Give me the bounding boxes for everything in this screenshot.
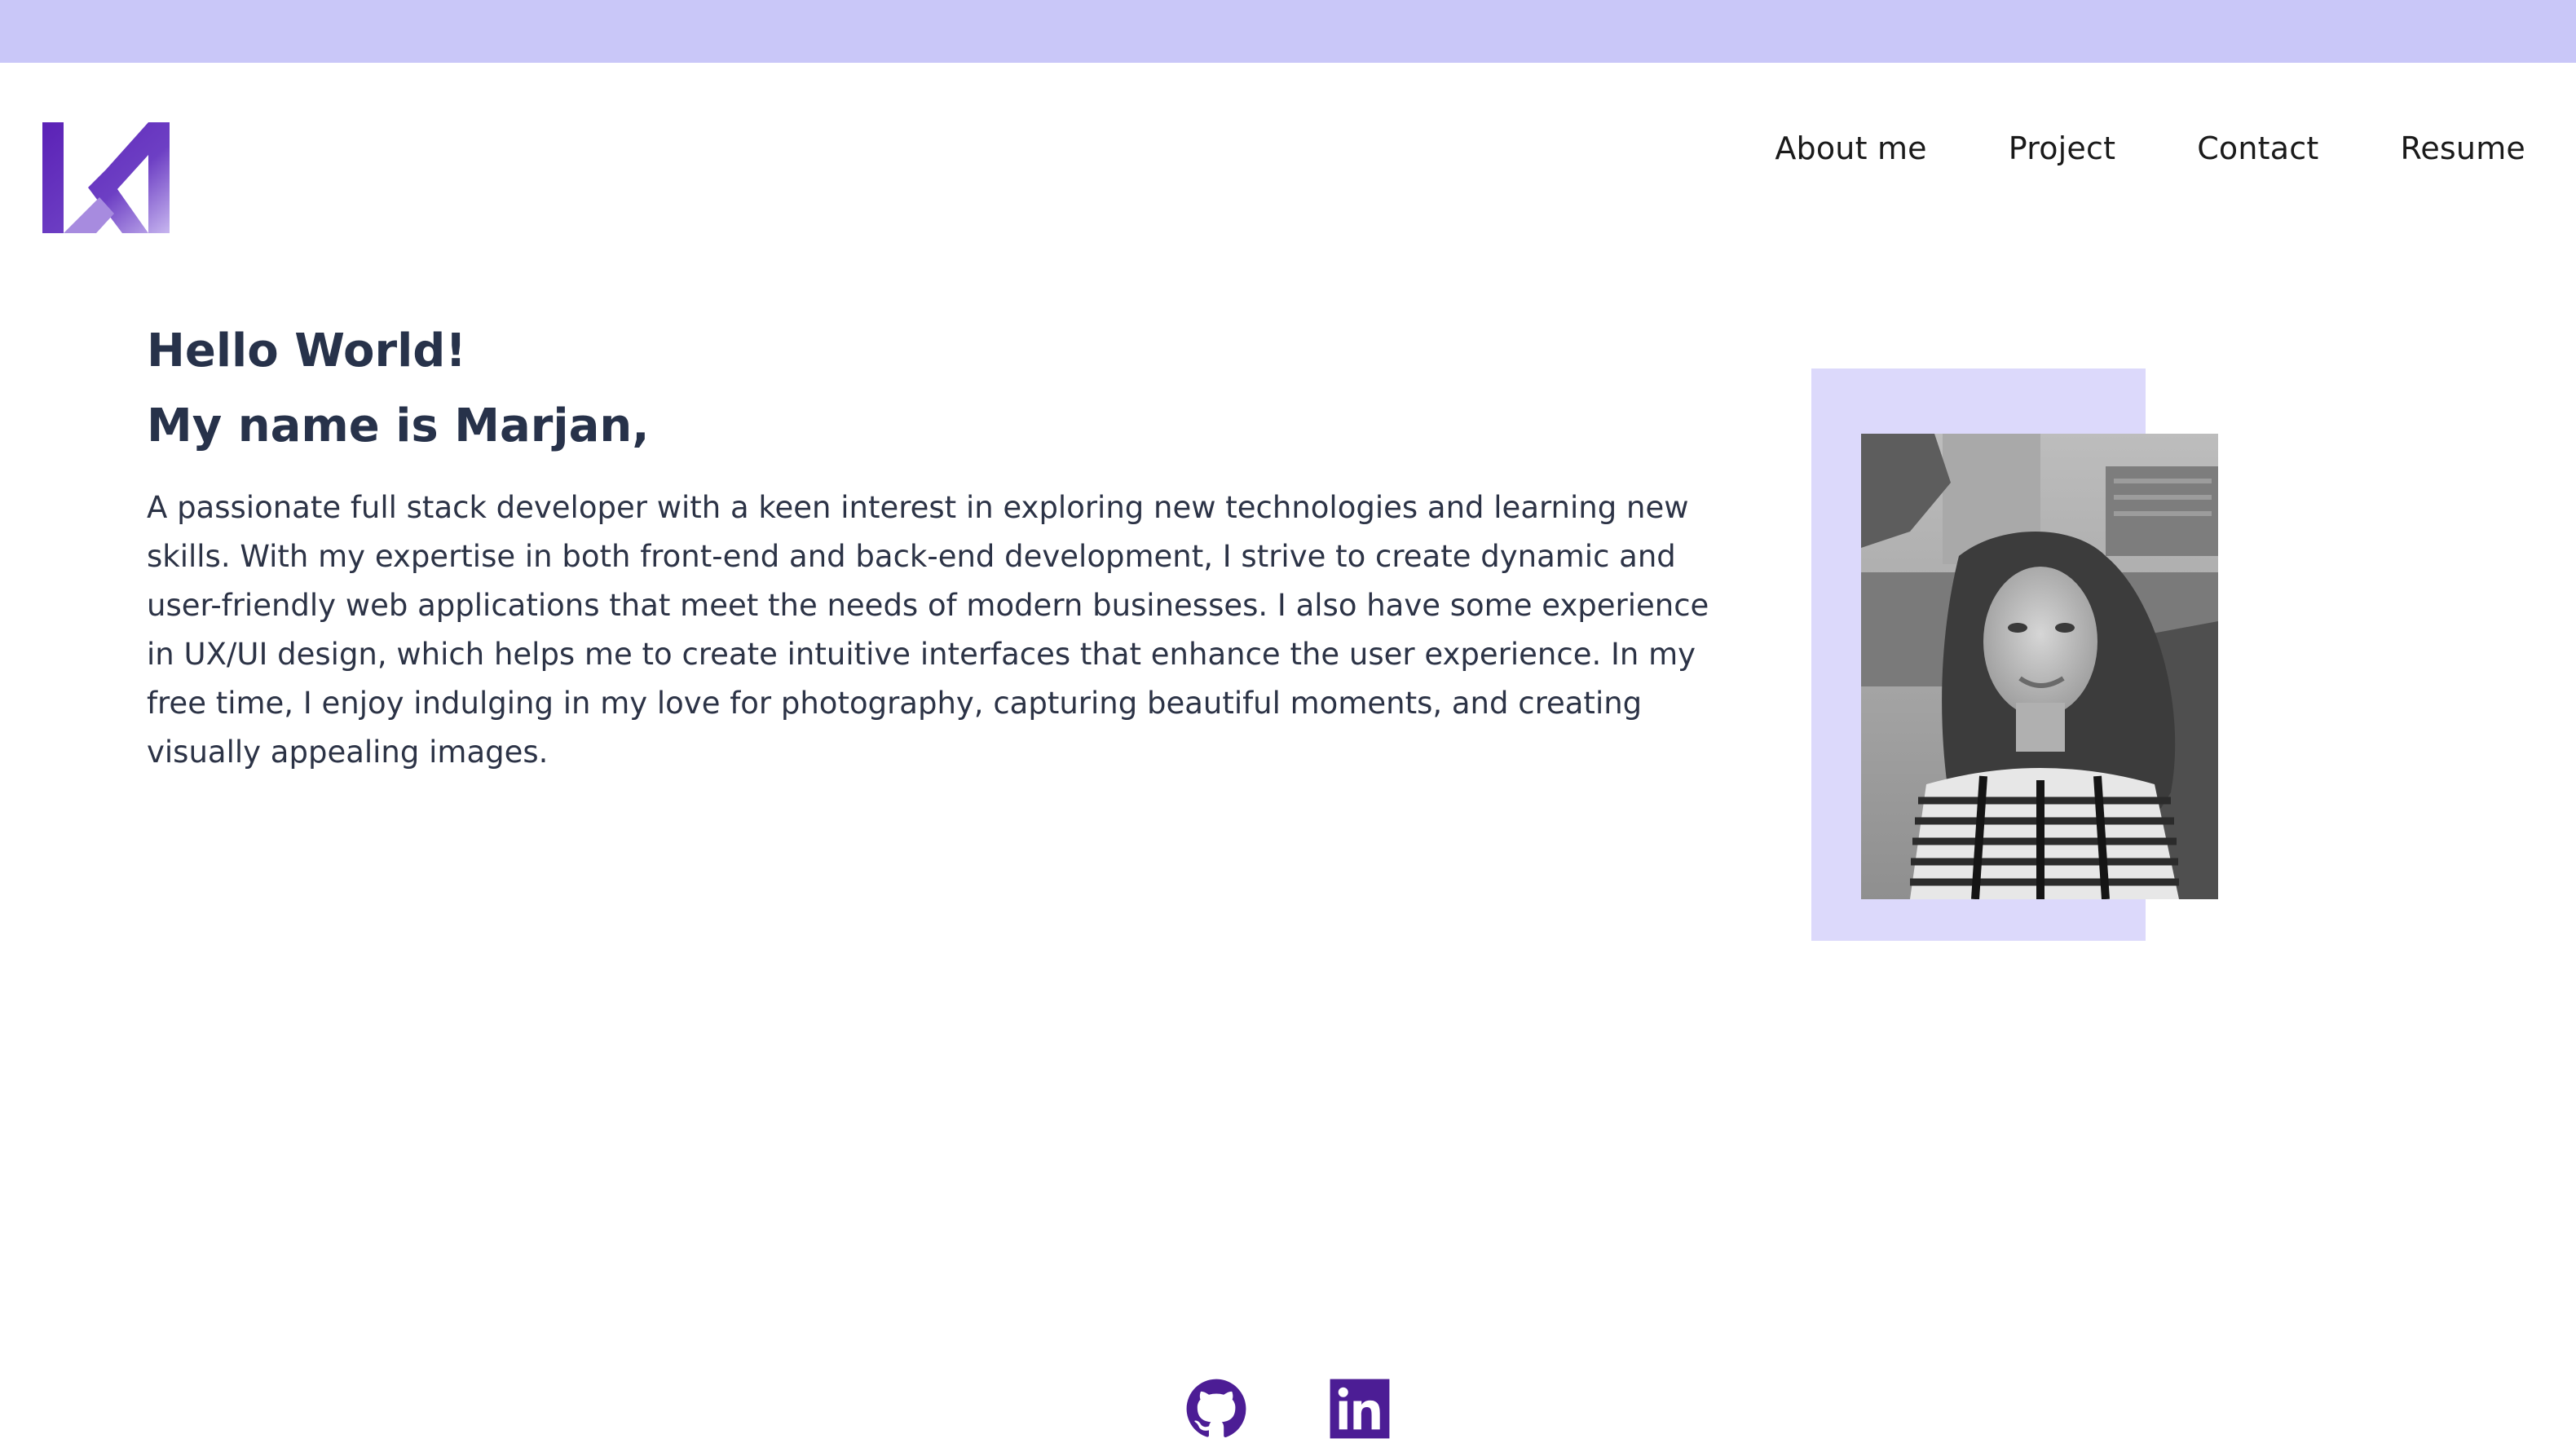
linkedin-icon[interactable] xyxy=(1329,1378,1391,1440)
profile-photo xyxy=(1861,434,2218,899)
main-nav: About me Project Contact Resume xyxy=(1775,122,2525,174)
nav-resume[interactable]: Resume xyxy=(2400,122,2525,174)
bio-paragraph: A passionate full stack developer with a… xyxy=(147,490,1709,770)
nav-about-me[interactable]: About me xyxy=(1775,122,1926,174)
top-accent-bar xyxy=(0,0,2576,63)
name-heading: My name is Marjan, xyxy=(147,399,650,452)
nav-project[interactable]: Project xyxy=(2009,122,2115,174)
hero-section: Hello World! My name is Marjan, A passio… xyxy=(147,314,1720,777)
nav-contact[interactable]: Contact xyxy=(2197,122,2318,174)
github-icon[interactable] xyxy=(1185,1378,1247,1440)
social-links xyxy=(0,1378,2576,1440)
greeting-heading: Hello World! xyxy=(147,324,466,377)
logo-icon[interactable] xyxy=(42,122,170,233)
